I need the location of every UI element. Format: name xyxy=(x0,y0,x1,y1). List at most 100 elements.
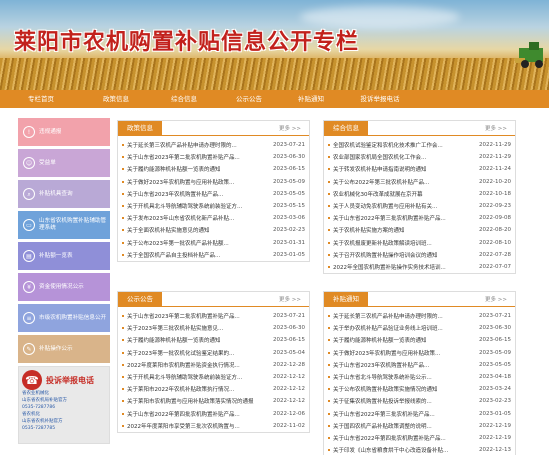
news-title-link[interactable]: 2022年全国农机购置补贴操作实务技术培训... xyxy=(333,263,469,271)
news-list-item[interactable]: 关于山东省2023年农机购置补贴产品... 2023-05-05 xyxy=(122,188,305,200)
news-list-item[interactable]: 关于履约能源种机补贴额一览表的通知 2023-06-15 xyxy=(122,163,305,175)
news-list-item[interactable]: 关于人员变动免农机购置与应用补贴有关... 2022-09-23 xyxy=(328,200,511,212)
news-list-item[interactable]: 关于延长第三农机产品补贴申请办理时限的... 2023-07-21 xyxy=(328,310,511,322)
news-title-link[interactable]: 关于转发农机补贴申请指南说明的通知 xyxy=(333,165,469,173)
news-list-item[interactable]: 关于举办农机补贴产品验证业务线上培训班... 2023-06-30 xyxy=(328,322,511,334)
nav-general[interactable]: 综合信息 xyxy=(150,90,218,108)
news-title-link[interactable]: 关于山东省2023年农机购置补贴产品... xyxy=(127,190,263,198)
news-list-item[interactable]: 农业机械化30年改革成就展在京开幕 2022-10-18 xyxy=(328,188,511,200)
news-list-item[interactable]: 关于山东省2023年农机购置补贴产品... 2023-05-05 xyxy=(328,359,511,371)
news-list-item[interactable]: 关于履约能源种机补贴额一览表的通知 2023-06-15 xyxy=(122,334,305,346)
news-title-link[interactable]: 关于2023年第三批农机补贴实施意见... xyxy=(127,324,263,332)
news-list-item[interactable]: 农业部国家农机局全国农机化工作会... 2022-11-29 xyxy=(328,151,511,163)
news-title-link[interactable]: 关于山东省2022年第四批农机购置补贴产品... xyxy=(127,410,263,418)
news-title-link[interactable]: 关于履约能源种机补贴额一览表的通知 xyxy=(127,336,263,344)
news-title-link[interactable]: 关于履约能源种机补贴额一览表的通知 xyxy=(333,336,469,344)
sidebar-item-city-info[interactable]: ≡ 市级农机购置补贴信息公开 xyxy=(18,304,110,332)
news-list-item[interactable]: 关于山东省2023年第二批农机购置补贴产品... 2023-07-21 xyxy=(122,310,305,322)
news-title-link[interactable]: 关于开机具北斗导航辅助驾驶系统前装验证方... xyxy=(127,373,263,381)
news-title-link[interactable]: 关于履约能源种机补贴额一览表的通知 xyxy=(127,165,263,173)
news-title-link[interactable]: 关于公布农机购置补贴政策实施情况的通知 xyxy=(333,385,469,393)
news-title-link[interactable]: 关于国四农机产品补贴政策调整的说明... xyxy=(333,422,469,430)
news-list-item[interactable]: 关于召开农机购置补贴操作培训会议的通知 2022-07-28 xyxy=(328,249,511,261)
news-title-link[interactable]: 2022年度莱阳市农机购置补贴资金执行情况... xyxy=(127,361,263,369)
news-title-link[interactable]: 关于人员变动免农机购置与应用补贴有关... xyxy=(333,202,469,210)
news-title-link[interactable]: 关于莱阳市2022年农机补贴政策执行情况... xyxy=(127,385,263,393)
news-title-link[interactable]: 关于延长第三农机产品补贴申请办理时限的... xyxy=(127,141,263,149)
news-title-link[interactable]: 关于印发《山东省粮食烘干中心改造设备补贴... xyxy=(333,446,469,454)
nav-complaint-phone[interactable]: 投诉举报电话 xyxy=(342,90,418,108)
news-title-link[interactable]: 关于全国农机产品自主投档补贴产品... xyxy=(127,251,263,259)
news-list-item[interactable]: 关于国四农机产品补贴政策调整的说明... 2022-12-19 xyxy=(328,420,511,432)
nav-subsidy[interactable]: 补贴通知 xyxy=(280,90,342,108)
nav-notice[interactable]: 公示公告 xyxy=(218,90,280,108)
news-title-link[interactable]: 关于山东省2022年第三批农机购置补贴产品... xyxy=(333,214,469,222)
news-list-item[interactable]: 关于全面农机补贴实施意见的通知 2023-02-23 xyxy=(122,224,305,236)
news-list-item[interactable]: 关于开机具北斗导航辅助驾驶系统前装验证方... 2023-05-15 xyxy=(122,200,305,212)
news-title-link[interactable]: 关于做好2023年农机购置与应用补贴政策... xyxy=(333,349,469,357)
news-list-item[interactable]: 关于公布2022年第三批农机补贴产品... 2022-10-20 xyxy=(328,176,511,188)
report-line[interactable]: 山东省农机补贴官方 xyxy=(22,419,106,425)
news-list-item[interactable]: 关于做好2023年农机购置与应用补贴政策... 2023-05-09 xyxy=(328,347,511,359)
news-list-item[interactable]: 关于做好2023年农机购置与应用补贴政策... 2023-05-09 xyxy=(122,176,305,188)
news-list-item[interactable]: 关于农机补贴实施方案的通知 2022-08-20 xyxy=(328,224,511,236)
sidebar-item-amount-table[interactable]: ▤ 补贴额一览表 xyxy=(18,242,110,270)
news-title-link[interactable]: 全国农机试验鉴定和农机化技术推广工作会... xyxy=(333,141,469,149)
news-title-link[interactable]: 2022年年度莱阳市享受第三批次农机购置与... xyxy=(127,422,263,430)
more-link[interactable]: 更多 >> xyxy=(279,295,301,303)
report-line[interactable]: 山东省农机局补贴官方 xyxy=(22,398,106,404)
news-title-link[interactable]: 关于山东省2023年农机购置补贴产品... xyxy=(333,361,469,369)
news-title-link[interactable]: 关于全面农机补贴实施意见的通知 xyxy=(127,226,263,234)
news-title-link[interactable]: 关于农机报废更新补贴政策解读培训班... xyxy=(333,239,469,247)
news-title-link[interactable]: 关于召开农机购置补贴操作培训会议的通知 xyxy=(333,251,469,259)
news-title-link[interactable]: 关于山东省北斗导航驾驶系统补贴公示... xyxy=(333,373,469,381)
news-list-item[interactable]: 关于延长第三农机产品补贴申请办理时限的... 2023-07-21 xyxy=(122,139,305,151)
sidebar-item-system[interactable]: ▭ 山东省农机购置补贴辅助管理系统 xyxy=(18,211,110,239)
news-list-item[interactable]: 关于山东省2022年第三批农机补贴产品... 2023-01-05 xyxy=(328,408,511,420)
news-list-item[interactable]: 关于转发农机补贴申请指南说明的通知 2022-11-24 xyxy=(328,163,511,175)
news-title-link[interactable]: 关于发布2023年山东省农机化新产品补贴... xyxy=(127,214,263,222)
news-title-link[interactable]: 关于山东省2022年第四批农机购置补贴产品... xyxy=(333,434,469,442)
more-link[interactable]: 更多 >> xyxy=(485,124,507,132)
news-list-item[interactable]: 关于农机报废更新补贴政策解读培训班... 2022-08-10 xyxy=(328,237,511,249)
more-link[interactable]: 更多 >> xyxy=(279,124,301,132)
news-list-item[interactable]: 2022年年度莱阳市享受第三批次农机购置与... 2022-11-02 xyxy=(122,420,305,432)
nav-home[interactable]: 专栏首页 xyxy=(0,90,82,108)
news-title-link[interactable]: 关于开机具北斗导航辅助驾驶系统前装验证方... xyxy=(127,202,263,210)
news-title-link[interactable]: 农业部国家农机局全国农机化工作会... xyxy=(333,153,469,161)
news-list-item[interactable]: 关于莱阳市农机购置与应用补贴政策落实情况的通报 2022-12-12 xyxy=(122,395,305,407)
news-list-item[interactable]: 关于履约能源种机补贴额一览表的通知 2023-06-15 xyxy=(328,334,511,346)
news-list-item[interactable]: 关于山东省2022年第四批农机购置补贴产品... 2022-12-06 xyxy=(122,408,305,420)
news-list-item[interactable]: 关于印发《山东省粮食烘干中心改造设备补贴... 2022-12-13 xyxy=(328,444,511,455)
news-title-link[interactable]: 关于公布2022年第三批农机补贴产品... xyxy=(333,178,469,186)
news-list-item[interactable]: 关于莱阳市2022年农机补贴政策执行情况... 2022-12-12 xyxy=(122,383,305,395)
news-title-link[interactable]: 农业机械化30年改革成就展在京开幕 xyxy=(333,190,469,198)
news-title-link[interactable]: 关于莱阳市农机购置与应用补贴政策落实情况的通报 xyxy=(127,397,263,405)
news-title-link[interactable]: 关于举办农机补贴产品验证业务线上培训班... xyxy=(333,324,469,332)
news-title-link[interactable]: 关于山东省2023年第二批农机购置补贴产品... xyxy=(127,312,263,320)
sidebar-item-operation[interactable]: ✎ 补贴操作公示 xyxy=(18,335,110,363)
sidebar-item-violation[interactable]: ! 违规通报 xyxy=(18,118,110,146)
news-list-item[interactable]: 2022年度莱阳市农机购置补贴资金执行情况... 2022-12-28 xyxy=(122,359,305,371)
news-title-link[interactable]: 关于2023年第一批农机化试验鉴定结果的... xyxy=(127,349,263,357)
news-title-link[interactable]: 关于延长第三农机产品补贴申请办理时限的... xyxy=(333,312,469,320)
news-list-item[interactable]: 关于山东省2023年第二批农机购置补贴产品... 2023-06-30 xyxy=(122,151,305,163)
news-list-item[interactable]: 关于全国农机产品自主投档补贴产品... 2023-01-05 xyxy=(122,249,305,261)
news-list-item[interactable]: 关于开机具北斗导航辅助驾驶系统前装验证方... 2022-12-12 xyxy=(122,371,305,383)
sidebar-item-beneficiary[interactable]: ☺ 受益单 xyxy=(18,149,110,177)
news-list-item[interactable]: 关于山东省2022年第三批农机购置补贴产品... 2022-09-08 xyxy=(328,212,511,224)
news-title-link[interactable]: 关于山东省2022年第三批农机补贴产品... xyxy=(333,410,469,418)
news-title-link[interactable]: 关于公布2023年第一批农机产品补贴额... xyxy=(127,239,263,247)
news-list-item[interactable]: 关于公布2023年第一批农机产品补贴额... 2023-01-31 xyxy=(122,237,305,249)
news-list-item[interactable]: 关于2023年第一批农机化试验鉴定结果的... 2023-05-04 xyxy=(122,347,305,359)
news-title-link[interactable]: 关于做好2023年农机购置与应用补贴政策... xyxy=(127,178,263,186)
news-title-link[interactable]: 关于征集农机购置补贴投诉举报线索的... xyxy=(333,397,469,405)
news-list-item[interactable]: 关于2023年第三批农机补贴实施意见... 2023-06-30 xyxy=(122,322,305,334)
news-list-item[interactable]: 关于山东省2022年第四批农机购置补贴产品... 2022-12-19 xyxy=(328,432,511,444)
news-list-item[interactable]: 关于公布农机购置补贴政策实施情况的通知 2023-03-24 xyxy=(328,383,511,395)
news-list-item[interactable]: 关于山东省北斗导航驾驶系统补贴公示... 2023-04-18 xyxy=(328,371,511,383)
more-link[interactable]: 更多 >> xyxy=(485,295,507,303)
news-list-item[interactable]: 2022年全国农机购置补贴操作实务技术培训... 2022-07-07 xyxy=(328,261,511,273)
news-list-item[interactable]: 全国农机试验鉴定和农机化技术推广工作会... 2022-11-29 xyxy=(328,139,511,151)
news-title-link[interactable]: 关于农机补贴实施方案的通知 xyxy=(333,226,469,234)
